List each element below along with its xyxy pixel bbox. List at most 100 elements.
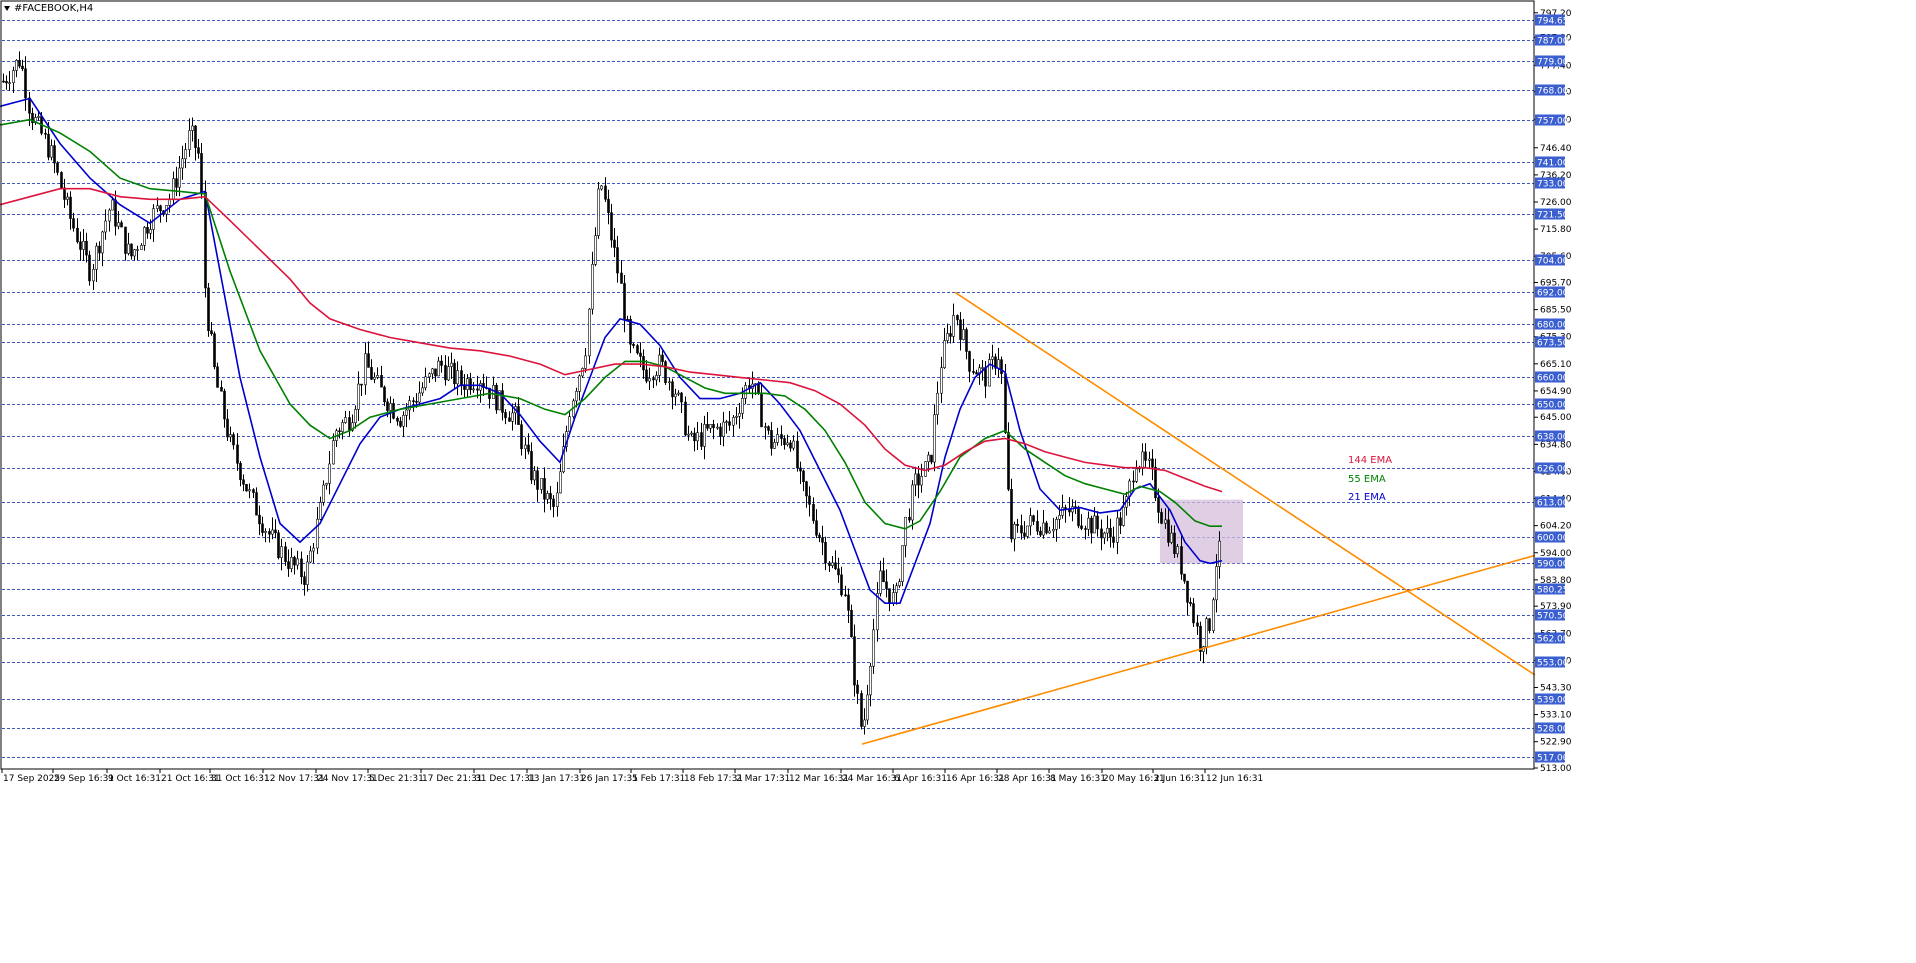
candle-body: [1087, 517, 1090, 530]
candle-body: [229, 434, 232, 438]
candle-body: [818, 534, 821, 539]
candle-body: [344, 417, 347, 423]
level-label: 721.50: [1537, 211, 1569, 221]
candle-body: [1116, 517, 1119, 543]
x-tick-label: 9 Oct 16:31: [108, 774, 161, 784]
candle-body: [1080, 525, 1083, 529]
candle-body: [92, 268, 95, 282]
y-tick-label: 533.10: [1540, 711, 1572, 721]
candle-body: [156, 205, 159, 209]
candle-body: [1119, 517, 1122, 526]
candle-body: [236, 444, 239, 464]
candle-body: [936, 392, 939, 415]
candle-body: [1068, 509, 1071, 513]
candle-body: [338, 430, 341, 433]
candle-body: [578, 375, 581, 392]
candle-body: [668, 381, 671, 384]
candle-body: [1157, 497, 1160, 513]
candle-body: [872, 629, 875, 667]
candle-body: [687, 433, 690, 436]
candle-body: [860, 693, 863, 727]
candle-body: [325, 483, 328, 486]
candle-body: [383, 386, 386, 403]
candle-body: [472, 388, 475, 391]
candle-body: [869, 666, 872, 696]
candle-body: [63, 187, 66, 200]
candle-body: [453, 362, 456, 385]
candle-body: [133, 249, 136, 257]
candle-body: [466, 378, 469, 390]
candle-body: [1048, 530, 1051, 534]
level-label: 733.00: [1537, 180, 1569, 190]
candle-body: [837, 568, 840, 576]
candle-body: [405, 409, 408, 416]
candle-body: [1020, 525, 1023, 534]
candle-body: [556, 492, 559, 507]
candle-body: [693, 432, 696, 442]
candle-body: [853, 636, 856, 686]
price-chart[interactable]: 797.20787.90777.40767.50757.00746.40736.…: [0, 0, 1916, 963]
candle-body: [1112, 536, 1115, 543]
level-label: 741.00: [1537, 159, 1569, 169]
candle-body: [76, 227, 79, 243]
candle-body: [1186, 580, 1189, 603]
candle-body: [37, 116, 40, 118]
candle-body: [639, 352, 642, 357]
candle-body: [364, 353, 367, 386]
candle-body: [1212, 599, 1215, 631]
candle-body: [671, 381, 674, 398]
candle-body: [53, 145, 56, 164]
candle-body: [440, 360, 443, 366]
candle-body: [997, 359, 1000, 369]
candle-body: [1103, 532, 1106, 539]
candle-body: [207, 287, 210, 332]
candle-body: [428, 373, 431, 378]
candle-body: [690, 432, 693, 435]
candle-body: [655, 375, 658, 381]
level-label: 660.00: [1537, 374, 1569, 384]
x-tick-label: 6 Apr 16:31: [894, 774, 947, 784]
candle-body: [101, 231, 104, 254]
candle-body: [69, 196, 72, 219]
candle-body: [1032, 515, 1035, 522]
y-tick-label: 645.00: [1540, 413, 1572, 423]
y-tick-label: 522.90: [1540, 738, 1572, 748]
candle-body: [652, 378, 655, 381]
candle-body: [188, 130, 191, 150]
candle-body: [844, 594, 847, 597]
candle-body: [274, 529, 277, 534]
candle-body: [1176, 546, 1179, 555]
candle-body: [210, 330, 213, 335]
candle-body: [300, 558, 303, 578]
candle-body: [476, 388, 479, 391]
candle-body: [719, 426, 722, 437]
candle-body: [559, 471, 562, 494]
candle-body: [12, 70, 15, 83]
candle-body: [85, 240, 88, 256]
candle-body: [1055, 519, 1058, 530]
candle-body: [680, 392, 683, 403]
candle-body: [24, 68, 27, 99]
candle-body: [511, 412, 514, 422]
candle-body: [741, 398, 744, 414]
candle-body: [725, 421, 728, 423]
level-label: 673.50: [1537, 339, 1569, 349]
candle-body: [773, 442, 776, 449]
candle-body: [588, 308, 591, 357]
candle-body: [632, 343, 635, 346]
candle-body: [130, 243, 133, 257]
candle-body: [18, 60, 21, 67]
candle-body: [888, 588, 891, 604]
candle-body: [79, 241, 82, 250]
candle-body: [940, 367, 943, 394]
ema55-label: 55 EMA: [1348, 474, 1386, 485]
candle-body: [200, 153, 203, 193]
candle-body: [1000, 359, 1003, 375]
candle-body: [1004, 373, 1007, 433]
candle-body: [1013, 523, 1016, 540]
candle-body: [920, 476, 923, 486]
candle-body: [421, 387, 424, 394]
candle-body: [1100, 528, 1103, 539]
y-tick-label: 513.00: [1540, 764, 1572, 774]
candle-body: [975, 372, 978, 375]
